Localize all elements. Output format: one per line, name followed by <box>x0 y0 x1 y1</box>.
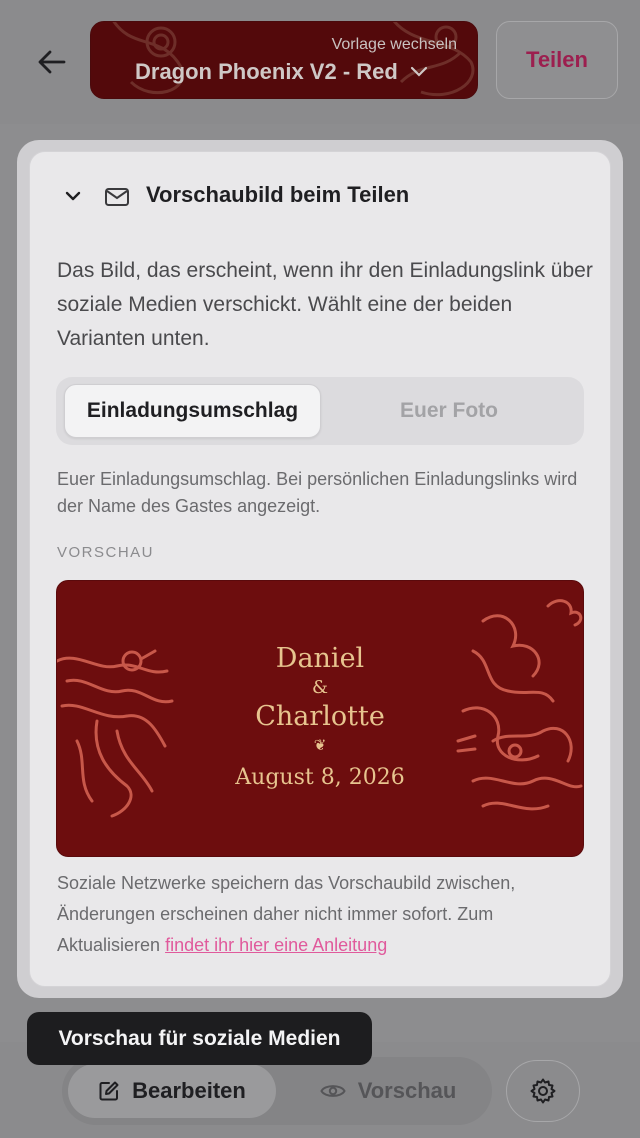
preview-name1: Daniel <box>275 643 365 674</box>
arrow-left-icon <box>38 50 66 74</box>
option-envelope[interactable]: Einladungsumschlag <box>64 384 321 438</box>
preview-ornament: ❦ <box>313 736 327 754</box>
tab-preview-label: Vorschau <box>357 1078 457 1103</box>
eye-icon <box>320 1085 346 1097</box>
preview-date: August 8, 2026 <box>235 765 405 790</box>
section-title: Vorschaubild beim Teilen <box>146 182 410 207</box>
template-switch-label: Vorlage wechseln <box>331 36 457 53</box>
tab-edit[interactable]: Bearbeiten <box>68 1064 276 1118</box>
section-description: Das Bild, das erscheint, wenn ihr den Ei… <box>57 259 593 350</box>
option-photo[interactable]: Euer Foto <box>322 384 576 438</box>
option-note: Euer Einladungsumschlag. Bei persönliche… <box>57 469 578 516</box>
gear-icon <box>530 1078 556 1104</box>
preview-label: VORSCHAU <box>57 544 155 561</box>
share-button[interactable]: Teilen <box>496 21 618 99</box>
social-preview-image: Daniel & Charlotte ❦ August 8, 2026 <box>56 580 584 857</box>
preview-name2: Charlotte <box>255 701 385 732</box>
tab-preview[interactable]: Vorschau <box>290 1064 486 1118</box>
template-switcher[interactable]: Vorlage wechseln Dragon Phoenix V2 - Red <box>90 21 478 99</box>
tab-edit-label: Bearbeiten <box>132 1078 246 1103</box>
settings-button[interactable] <box>506 1060 580 1122</box>
cache-note: Soziale Netzwerke speichern das Vorschau… <box>57 868 597 961</box>
section-toggle[interactable] <box>62 180 130 214</box>
edit-icon <box>99 1081 119 1101</box>
mail-icon <box>105 188 129 206</box>
chevron-down-icon[interactable] <box>62 190 84 204</box>
tooltip: Vorschau für soziale Medien <box>27 1012 372 1065</box>
back-button[interactable] <box>28 40 76 84</box>
chevron-down-icon <box>410 66 427 77</box>
guide-link[interactable]: findet ihr hier eine Anleitung <box>165 935 387 955</box>
template-name-row: Dragon Phoenix V2 - Red <box>135 59 428 85</box>
template-name: Dragon Phoenix V2 - Red <box>135 59 398 84</box>
preview-ampersand: & <box>311 677 329 698</box>
